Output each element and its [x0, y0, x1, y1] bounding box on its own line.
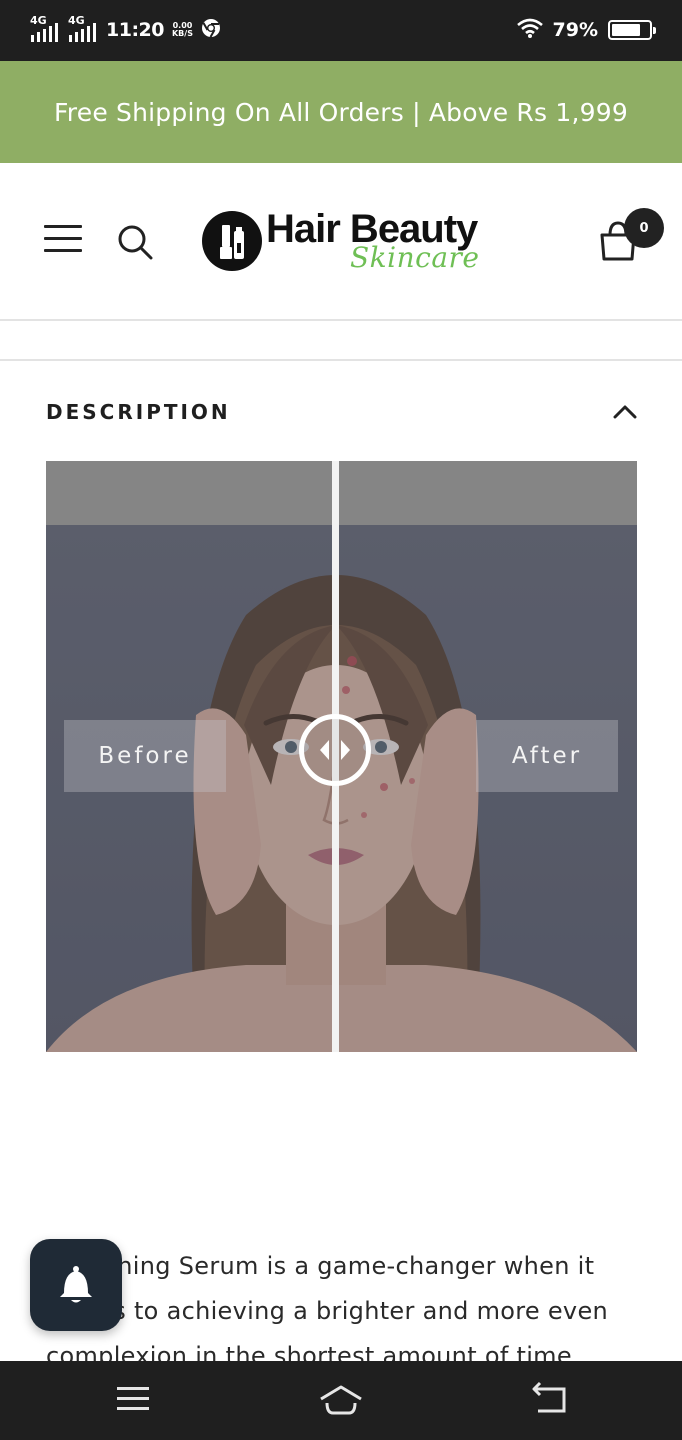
recents-icon: [117, 1387, 149, 1410]
notification-bell-button[interactable]: [30, 1239, 122, 1331]
home-icon: [320, 1385, 362, 1415]
before-label: Before: [64, 720, 226, 792]
after-label: After: [476, 720, 618, 792]
bell-icon: [60, 1266, 92, 1303]
search-button[interactable]: [116, 223, 154, 261]
recents-button[interactable]: [111, 1381, 155, 1417]
status-left: 4G 4G 11:20 0.00 KB/S: [30, 14, 221, 44]
announcement-bar: Free Shipping On All Orders | Above Rs 1…: [0, 61, 682, 163]
site-header: Hair Beauty Skincare: [0, 163, 682, 321]
status-bar: 4G 4G 11:20 0.00 KB/S 79%: [0, 0, 682, 61]
system-nav-bar: [0, 1361, 682, 1440]
search-icon: [118, 225, 153, 260]
slider-handle[interactable]: [299, 714, 371, 786]
arrows-left-right-icon: [320, 740, 350, 760]
before-after-slider[interactable]: Before After: [46, 461, 637, 1052]
chrome-icon: [201, 18, 221, 42]
net-speed-unit: KB/S: [171, 29, 193, 38]
chevron-up-icon: [613, 405, 637, 419]
menu-icon: [44, 225, 82, 228]
brand-logo[interactable]: Hair Beauty Skincare: [200, 207, 484, 277]
clock: 11:20: [106, 19, 164, 41]
signal-icon-2: 4G: [68, 14, 98, 43]
logo-mark-icon: [202, 211, 262, 271]
brand-subtitle: Skincare: [350, 241, 480, 274]
back-icon: [532, 1381, 566, 1413]
announcement-text: Free Shipping On All Orders | Above Rs 1…: [54, 97, 628, 127]
cart-count-badge: 0: [624, 208, 664, 248]
home-button[interactable]: [319, 1381, 363, 1417]
battery-fill: [612, 24, 641, 36]
status-right: 79%: [516, 16, 656, 44]
net-speed: 0.00 KB/S: [172, 22, 193, 38]
description-title: DESCRIPTION: [46, 400, 231, 424]
description-accordion-toggle[interactable]: DESCRIPTION: [0, 380, 682, 446]
back-button[interactable]: [528, 1381, 572, 1417]
wifi-icon: [516, 18, 543, 42]
signal-icon: 4G: [30, 14, 60, 43]
battery-icon: [608, 20, 656, 40]
battery-percent: 79%: [552, 19, 598, 41]
menu-button[interactable]: [44, 225, 82, 257]
divider: [0, 359, 682, 361]
